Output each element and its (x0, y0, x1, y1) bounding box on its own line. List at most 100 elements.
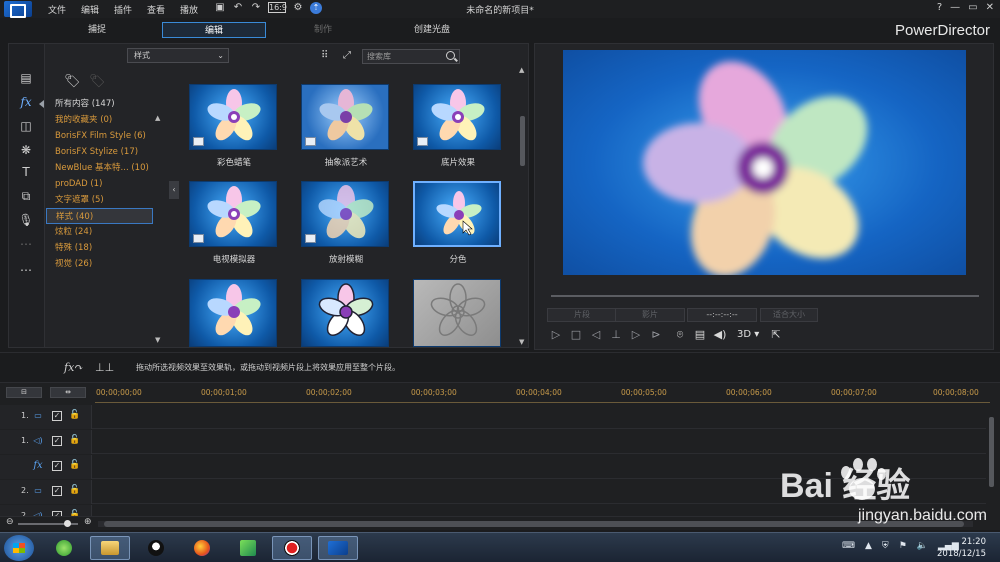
search-icon[interactable] (446, 51, 455, 60)
category-item[interactable]: BorisFX Film Style (6) (46, 128, 153, 144)
tab-create-disc[interactable]: 创建光盘 (380, 22, 484, 38)
effects-fx-icon[interactable]: fx (18, 94, 34, 110)
effect-category-dropdown[interactable]: 样式 ⌄ (127, 48, 229, 63)
fit-timeline-button[interactable]: ⇹ (50, 387, 86, 398)
clip-mode-button[interactable]: 片段 (547, 308, 617, 322)
media-room-icon[interactable]: ▤ (18, 70, 34, 86)
taskbar-app-video[interactable] (228, 536, 268, 560)
zoom-out-icon[interactable]: ⊖ (6, 517, 14, 527)
maximize-button[interactable]: ▭ (968, 2, 977, 13)
category-item[interactable]: NewBlue 基本特... (10) (46, 160, 153, 176)
particle-icon[interactable]: ❋ (18, 142, 34, 158)
track-manager-button[interactable]: ⊟ (6, 387, 42, 398)
category-item[interactable]: 我的收藏夹 (0) (46, 112, 153, 128)
track-video-1[interactable]: 1. ▭ ✓ 🔓 (0, 405, 986, 429)
scrollbar-thumb[interactable] (104, 521, 964, 527)
3d-mode-toggle[interactable]: 3D ▾ (737, 329, 759, 340)
audio-mix-icon[interactable]: 🎙 (18, 212, 34, 228)
effects-scrollbar[interactable]: ▲ ▼ (519, 66, 527, 348)
transition-icon[interactable]: ⧉ (18, 188, 34, 204)
add-tag-icon[interactable]: 🏷 (64, 74, 81, 90)
grid-view-icon[interactable]: ⠿ (321, 50, 332, 61)
remove-tag-icon[interactable]: 🏷 (89, 74, 106, 90)
next-frame-icon[interactable]: ▷ (629, 328, 643, 342)
security-icon[interactable]: ⛨ (882, 541, 889, 551)
track-enable-checkbox[interactable]: ✓ (52, 436, 62, 446)
category-item-selected[interactable]: 样式 (40) (46, 208, 153, 224)
timeline-vertical-scrollbar[interactable] (988, 411, 996, 511)
lock-icon[interactable]: 🔓 (69, 460, 80, 470)
preview-scrubber[interactable] (551, 295, 979, 297)
tab-produce[interactable]: 制作 (271, 22, 375, 38)
minimize-button[interactable]: — (950, 2, 960, 13)
keyframe-icon[interactable]: ⊥⊥ (95, 361, 114, 374)
lock-icon[interactable]: 🔓 (69, 410, 80, 420)
category-item[interactable]: 所有内容 (147) (46, 96, 153, 112)
effect-thumbnail[interactable] (301, 181, 389, 247)
taskbar-app-browser[interactable] (44, 536, 84, 560)
category-item[interactable]: 特殊 (18) (46, 240, 153, 256)
scroll-down-icon[interactable]: ▼ (519, 338, 524, 346)
title-icon[interactable]: T (18, 164, 34, 180)
category-item[interactable]: 视觉 (26) (46, 256, 153, 272)
help-button[interactable]: ? (937, 2, 942, 13)
subtitle-icon[interactable]: ⋯ (18, 262, 34, 278)
scrollbar-thumb[interactable] (989, 417, 994, 487)
effect-thumbnail[interactable] (189, 279, 277, 347)
prev-frame-icon[interactable]: ◁ (589, 328, 603, 342)
scroll-down-icon[interactable]: ▼ (155, 336, 160, 344)
effect-thumbnail[interactable] (413, 181, 501, 247)
tray-arrow-icon[interactable]: ▲ (865, 541, 872, 551)
movie-mode-button[interactable]: 影片 (615, 308, 685, 322)
zoom-dropdown[interactable]: 适合大小 (760, 308, 818, 322)
system-clock[interactable]: 21:20 2018/12/15 (937, 536, 986, 560)
taskbar-app-qq[interactable] (136, 536, 176, 560)
pip-icon[interactable]: ◫ (18, 118, 34, 134)
category-item[interactable]: proDAD (1) (46, 176, 153, 192)
speaker-icon[interactable]: 🔈 (917, 541, 928, 551)
scroll-up-icon[interactable]: ▲ (155, 114, 160, 122)
timeline-horizontal-scrollbar[interactable] (98, 521, 973, 527)
track-enable-checkbox[interactable]: ✓ (52, 411, 62, 421)
effect-thumbnail[interactable] (413, 279, 501, 347)
scroll-up-icon[interactable]: ▲ (519, 66, 524, 74)
subtitle-toggle-icon[interactable]: ▤ (693, 328, 707, 342)
fast-forward-icon[interactable]: ⊳ (649, 328, 663, 342)
category-scrollbar[interactable]: ▲ ▼ (155, 114, 161, 344)
taskbar-app-firefox[interactable] (182, 536, 222, 560)
effect-thumbnail[interactable] (413, 84, 501, 150)
volume-icon[interactable]: ◀) (713, 328, 727, 342)
tab-capture[interactable]: 捕捉 (45, 22, 149, 38)
keyboard-icon[interactable]: ⌨ (842, 541, 855, 551)
close-button[interactable]: ✕ (986, 2, 994, 13)
taskbar-app-powerdirector[interactable] (318, 536, 358, 560)
taskbar-app-explorer[interactable] (90, 536, 130, 560)
category-item[interactable]: 炫粒 (24) (46, 224, 153, 240)
chapter-icon[interactable]: ⋯ (18, 236, 34, 252)
category-item[interactable]: 文字遮罩 (5) (46, 192, 153, 208)
network-flag-icon[interactable]: ⚑ (899, 541, 907, 551)
collapse-panel-button[interactable]: ‹ (169, 181, 179, 199)
taskbar-app-recorder[interactable] (272, 536, 312, 560)
effects-track-icon[interactable]: fx↷ (64, 361, 84, 374)
start-button[interactable] (4, 535, 34, 561)
timeline-ruler[interactable]: 00;00;00;00 00;00;01;00 00;00;02;00 00;0… (95, 385, 990, 403)
category-item[interactable]: BorisFX Stylize (17) (46, 144, 153, 160)
play-icon[interactable]: ▷ (549, 328, 563, 342)
enlarge-icon[interactable]: ⤢ (343, 50, 354, 61)
lock-icon[interactable]: 🔓 (69, 510, 80, 516)
lock-icon[interactable]: 🔓 (69, 485, 80, 495)
effect-thumbnail[interactable] (301, 84, 389, 150)
snapshot-icon[interactable]: ⌾ (673, 328, 687, 342)
track-audio-1[interactable]: 1. ◁) ✓ 🔓 (0, 430, 986, 454)
effect-thumbnail[interactable] (301, 279, 389, 347)
stop-icon[interactable]: □ (569, 328, 583, 342)
split-icon[interactable]: ⊥ (609, 328, 623, 342)
search-input[interactable]: 搜索库 (362, 49, 460, 64)
effect-thumbnail[interactable] (189, 84, 277, 150)
zoom-slider-knob[interactable] (64, 520, 71, 527)
lock-icon[interactable]: 🔓 (69, 435, 80, 445)
effect-thumbnail[interactable] (189, 181, 277, 247)
track-enable-checkbox[interactable]: ✓ (52, 486, 62, 496)
tab-edit[interactable]: 编辑 (162, 22, 266, 38)
